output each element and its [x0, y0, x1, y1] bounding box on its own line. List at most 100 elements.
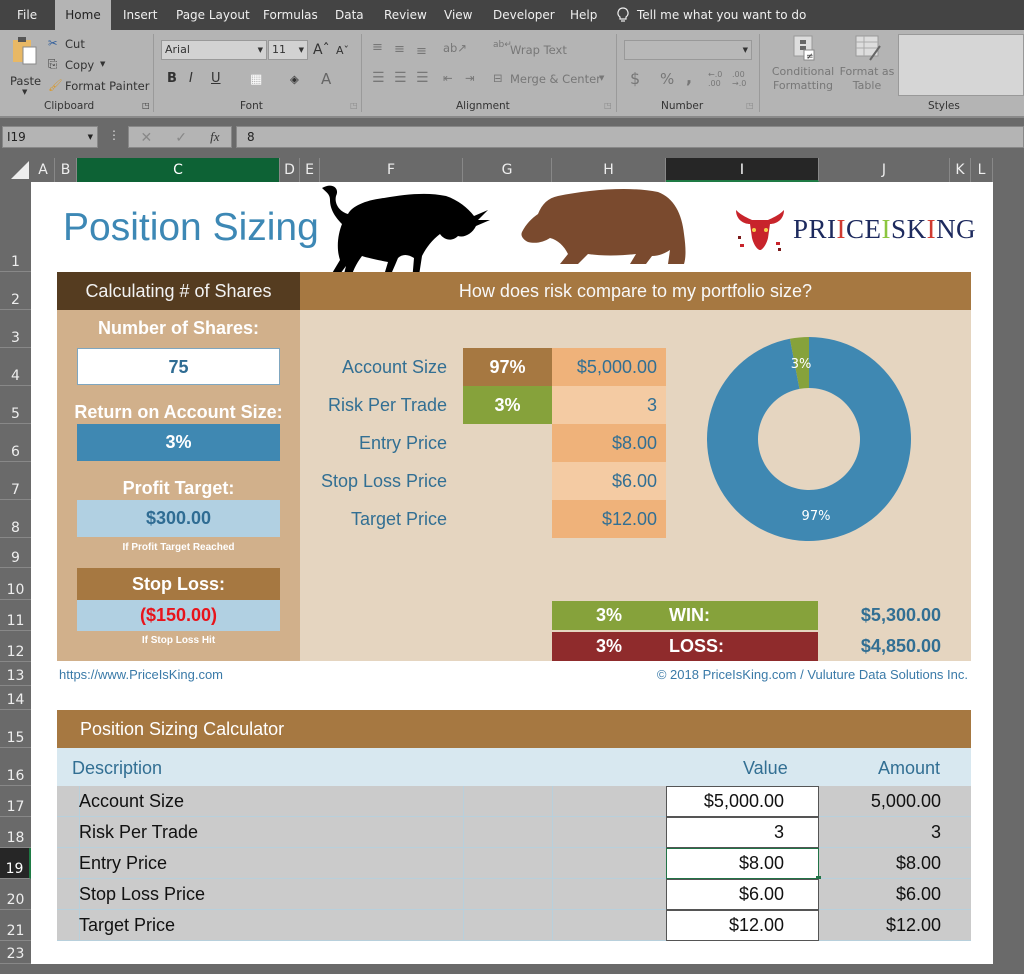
tab-page-layout[interactable]: Page Layout — [176, 0, 250, 30]
column-header-g[interactable]: G — [463, 158, 552, 182]
bold-button[interactable]: B — [167, 71, 177, 86]
row-header-18[interactable]: 18 — [0, 817, 31, 848]
tab-data[interactable]: Data — [335, 0, 364, 30]
row-header-8[interactable]: 8 — [0, 500, 31, 538]
select-all-button[interactable] — [0, 158, 32, 182]
row-header-1[interactable]: 1 — [0, 182, 31, 272]
entry-price-input[interactable]: $8.00 — [552, 424, 666, 462]
underline-button[interactable]: U — [211, 71, 221, 86]
target-price-input[interactable]: $12.00 — [552, 500, 666, 538]
decrease-decimal-button[interactable]: .00 →.0 — [732, 70, 752, 88]
risk-per-trade-input[interactable]: 3 — [552, 386, 666, 424]
number-of-shares-value[interactable]: 75 — [77, 348, 280, 385]
insert-function-icon[interactable]: fx — [210, 129, 219, 145]
tab-file[interactable]: File — [17, 0, 37, 30]
row-value-cell[interactable]: $6.00 — [666, 879, 819, 910]
font-color-icon[interactable]: A — [321, 70, 331, 88]
align-middle-icon[interactable]: ≡ — [394, 42, 405, 57]
row-header-21[interactable]: 21 — [0, 910, 31, 941]
profit-target-value[interactable]: $300.00 — [77, 500, 280, 537]
stop-loss-value[interactable]: ($150.00) — [77, 600, 280, 631]
formula-input[interactable]: 8 — [236, 126, 1024, 148]
tab-home[interactable]: Home — [55, 0, 111, 30]
row-header-3[interactable]: 3 — [0, 310, 31, 348]
tab-review[interactable]: Review — [384, 0, 427, 30]
row-header-16[interactable]: 16 — [0, 748, 31, 786]
column-header-j[interactable]: J — [819, 158, 950, 182]
format-as-table-button[interactable]: Format as Table — [838, 34, 896, 98]
more-options-icon[interactable]: ⋮ — [108, 128, 120, 142]
paste-button[interactable]: Paste ▼ — [8, 36, 42, 96]
row-header-6[interactable]: 6 — [0, 424, 31, 462]
align-left-icon[interactable]: ☰ — [372, 70, 385, 86]
column-header-b[interactable]: B — [55, 158, 77, 182]
row-amount[interactable]: 5,000.00 — [819, 786, 941, 817]
align-center-icon[interactable]: ☰ — [394, 70, 407, 86]
row-header-9[interactable]: 9 — [0, 538, 31, 568]
row-description[interactable]: Stop Loss Price — [79, 884, 205, 905]
row-header-7[interactable]: 7 — [0, 462, 31, 500]
align-top-icon[interactable]: ≡ — [372, 40, 383, 55]
row-header-15[interactable]: 15 — [0, 710, 31, 748]
row-description[interactable]: Target Price — [79, 915, 175, 936]
row-amount[interactable]: $12.00 — [819, 910, 941, 941]
font-name-select[interactable]: Arial ▼ — [161, 40, 267, 60]
tab-view[interactable]: View — [444, 0, 472, 30]
column-header-a[interactable]: A — [32, 158, 55, 182]
row-value-cell[interactable]: $8.00 — [666, 848, 821, 881]
fill-color-icon[interactable]: ◈ — [290, 72, 299, 86]
align-bottom-icon[interactable]: ≡ — [416, 44, 427, 59]
tab-developer[interactable]: Developer — [493, 0, 555, 30]
column-header-l[interactable]: L — [971, 158, 993, 182]
cut-button[interactable]: ✂ Cut — [48, 36, 108, 52]
dialog-launcher-icon[interactable]: ◳ — [604, 101, 612, 110]
tell-me-search[interactable]: Tell me what you want to do — [617, 0, 806, 30]
orientation-icon[interactable]: ab↗ — [443, 41, 467, 55]
percent-button[interactable]: % — [660, 70, 674, 88]
increase-decimal-button[interactable]: ←.0 .00 — [708, 70, 728, 88]
row-header-13[interactable]: 13 — [0, 662, 31, 686]
decrease-font-size-icon[interactable]: Aˇ — [336, 44, 349, 57]
number-format-select[interactable]: ▼ — [624, 40, 752, 60]
column-header-h[interactable]: H — [552, 158, 666, 182]
row-header-11[interactable]: 11 — [0, 600, 31, 631]
borders-icon[interactable]: ▦ — [250, 72, 262, 87]
name-box[interactable]: I19 ▼ — [2, 126, 98, 148]
cancel-icon[interactable]: ✕ — [141, 129, 153, 146]
dialog-launcher-icon[interactable]: ◳ — [350, 101, 358, 110]
row-header-14[interactable]: 14 — [0, 686, 31, 710]
row-header-20[interactable]: 20 — [0, 879, 31, 910]
column-header-f[interactable]: F — [320, 158, 463, 182]
row-value-cell[interactable]: $5,000.00 — [666, 786, 819, 817]
row-amount[interactable]: $6.00 — [819, 879, 941, 910]
merge-center-button[interactable]: ⊟ Merge & Center ▼ — [493, 71, 613, 87]
comma-button[interactable]: , — [686, 68, 692, 87]
account-size-input[interactable]: $5,000.00 — [552, 348, 666, 386]
column-header-d[interactable]: D — [280, 158, 300, 182]
row-header-19[interactable]: 19 — [0, 848, 31, 879]
return-on-account-value[interactable]: 3% — [77, 424, 280, 461]
enter-icon[interactable]: ✓ — [175, 129, 187, 146]
decrease-indent-icon[interactable]: ⇤ — [443, 71, 453, 85]
row-header-5[interactable]: 5 — [0, 386, 31, 424]
font-size-select[interactable]: 11 ▼ — [268, 40, 308, 60]
increase-indent-icon[interactable]: ⇥ — [465, 71, 475, 85]
tab-formulas[interactable]: Formulas — [263, 0, 318, 30]
column-header-e[interactable]: E — [300, 158, 320, 182]
row-description[interactable]: Risk Per Trade — [79, 822, 198, 843]
column-header-c[interactable]: C — [77, 158, 280, 182]
row-value-cell[interactable]: $12.00 — [666, 910, 819, 941]
row-value-cell[interactable]: 3 — [666, 817, 819, 848]
row-header-10[interactable]: 10 — [0, 568, 31, 600]
row-header-4[interactable]: 4 — [0, 348, 31, 386]
row-header-17[interactable]: 17 — [0, 786, 31, 817]
format-painter-button[interactable]: 🖌 Format Painter — [48, 78, 149, 94]
row-description[interactable]: Account Size — [79, 791, 184, 812]
increase-font-size-icon[interactable]: Aˆ — [313, 42, 330, 58]
dialog-launcher-icon[interactable]: ◳ — [746, 101, 754, 110]
row-header-12[interactable]: 12 — [0, 631, 31, 662]
align-right-icon[interactable]: ☰ — [416, 70, 429, 86]
row-description[interactable]: Entry Price — [79, 853, 167, 874]
wrap-text-button[interactable]: ab↵ Wrap Text — [493, 40, 593, 58]
copy-button[interactable]: ⎘ Copy ▼ — [48, 57, 118, 73]
